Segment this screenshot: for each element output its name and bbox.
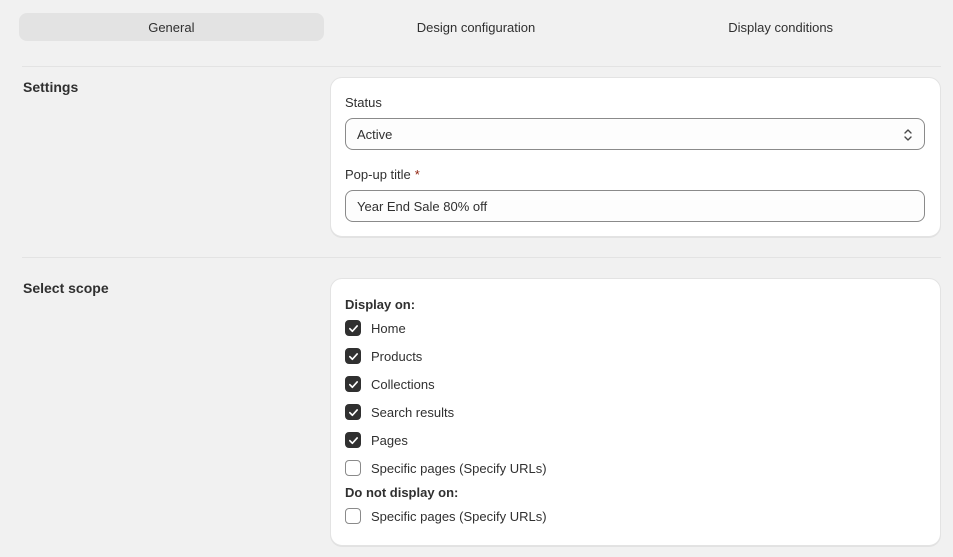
checkbox[interactable] — [345, 376, 361, 392]
settings-card: Status Active Pop-up title * Year End Sal… — [330, 77, 941, 237]
checkbox[interactable] — [345, 348, 361, 364]
checkbox-label: Pages — [371, 432, 408, 448]
checkmark-icon — [348, 380, 358, 388]
tab-display-conditions[interactable]: Display conditions — [628, 13, 933, 41]
display-on-label: Display on: — [345, 297, 416, 312]
display-on-products[interactable]: Products — [345, 347, 422, 365]
display-on-home[interactable]: Home — [345, 319, 406, 337]
checkbox[interactable] — [345, 508, 361, 524]
tab-design-configuration[interactable]: Design configuration — [324, 13, 629, 41]
checkbox[interactable] — [345, 432, 361, 448]
tab-bar: General Design configuration Display con… — [19, 13, 933, 41]
popup-title-label: Pop-up title * — [345, 167, 420, 182]
tab-general-label: General — [148, 19, 195, 35]
checkbox-label: Specific pages (Specify URLs) — [371, 460, 547, 476]
checkmark-icon — [348, 352, 358, 360]
status-select-value: Active — [357, 126, 393, 142]
checkbox-label: Products — [371, 348, 423, 364]
required-mark: * — [414, 167, 420, 182]
divider — [22, 66, 941, 67]
checkbox[interactable] — [345, 404, 361, 420]
popup-title-input-value: Year End Sale 80% off — [357, 198, 488, 214]
select-scope-section-title: Select scope — [23, 280, 109, 296]
settings-section-title: Settings — [23, 79, 79, 95]
popup-editor-page: General Design configuration Display con… — [0, 0, 953, 557]
checkmark-icon — [348, 408, 358, 416]
checkmark-icon — [348, 324, 358, 332]
checkmark-icon — [348, 436, 358, 444]
select-scope-card: Display on: Home Products Collections Se… — [330, 278, 941, 546]
checkbox-label: Specific pages (Specify URLs) — [371, 508, 547, 524]
tab-display-conditions-label: Display conditions — [728, 19, 834, 35]
checkbox-label: Search results — [371, 404, 455, 420]
divider — [22, 257, 941, 258]
display-on-search-results[interactable]: Search results — [345, 403, 454, 421]
display-on-specific-pages[interactable]: Specific pages (Specify URLs) — [345, 459, 547, 477]
do-not-display-specific-pages[interactable]: Specific pages (Specify URLs) — [345, 507, 547, 525]
display-on-collections[interactable]: Collections — [345, 375, 435, 393]
chevron-up-down-icon — [904, 129, 912, 141]
checkbox[interactable] — [345, 320, 361, 336]
checkbox-label: Collections — [371, 376, 435, 392]
status-select[interactable]: Active — [345, 118, 925, 150]
do-not-display-label: Do not display on: — [345, 485, 459, 500]
popup-title-input[interactable]: Year End Sale 80% off — [345, 190, 925, 222]
checkbox[interactable] — [345, 460, 361, 476]
tab-general[interactable]: General — [19, 13, 324, 41]
display-on-pages[interactable]: Pages — [345, 431, 408, 449]
tab-design-configuration-label: Design configuration — [416, 19, 536, 35]
checkbox-label: Home — [371, 320, 406, 336]
status-label: Status — [345, 95, 382, 110]
popup-title-label-text: Pop-up title — [345, 167, 411, 182]
